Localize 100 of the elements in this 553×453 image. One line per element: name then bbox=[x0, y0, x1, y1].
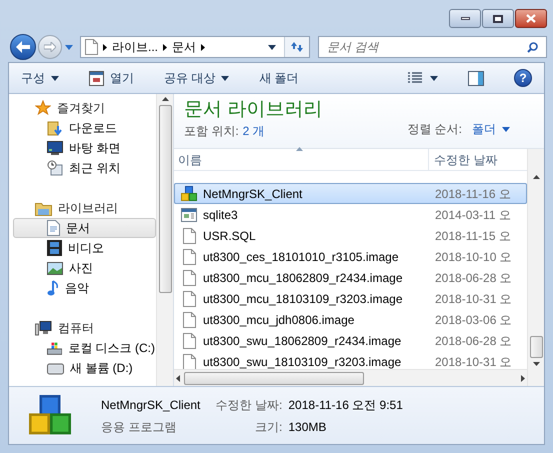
sidebar-item[interactable]: 로컬 디스크 (C:) bbox=[13, 338, 156, 358]
vertical-scrollbar[interactable] bbox=[527, 149, 544, 386]
sidebar-item[interactable]: 다운로드 bbox=[13, 118, 156, 138]
document-icon bbox=[47, 220, 60, 236]
back-button[interactable] bbox=[10, 34, 36, 60]
details-file-type: 응용 프로그램 bbox=[101, 418, 178, 436]
search-icon bbox=[527, 42, 538, 52]
scroll-up-icon bbox=[532, 175, 540, 179]
file-row[interactable]: sqlite3 2014-03-11 오 bbox=[174, 204, 527, 225]
monitor-icon bbox=[47, 141, 63, 155]
picture-icon bbox=[47, 262, 63, 274]
sidebar-item[interactable]: 사진 bbox=[13, 258, 156, 278]
star-icon bbox=[35, 100, 51, 116]
caret-icon bbox=[268, 44, 276, 50]
toolbar-button[interactable]: 열기 bbox=[89, 69, 134, 87]
scrollbar-thumb[interactable] bbox=[158, 105, 172, 293]
vertical-scrollbar[interactable] bbox=[156, 94, 173, 386]
minimize-button[interactable] bbox=[449, 9, 481, 28]
scrollbar-thumb[interactable] bbox=[184, 372, 364, 384]
folder-download-icon bbox=[47, 120, 63, 136]
scrollbar-thumb[interactable] bbox=[530, 336, 542, 358]
details-label: 수정한 날짜: bbox=[214, 396, 282, 414]
locations-link[interactable]: 2 개 bbox=[242, 122, 265, 140]
file-icon bbox=[182, 228, 196, 244]
details-label: 크기: bbox=[254, 418, 282, 436]
search-input[interactable]: 문서 검색 bbox=[327, 38, 527, 56]
sidebar-group[interactable]: 컴퓨터 bbox=[13, 318, 156, 338]
right-arrow-icon bbox=[44, 42, 56, 52]
sidebar-item[interactable]: 최근 위치 bbox=[13, 158, 156, 178]
toolbar-button[interactable]: 구성 bbox=[21, 69, 59, 87]
drive-icon bbox=[47, 362, 64, 374]
file-name: ut8300_mcu_jdh0806.image bbox=[203, 312, 354, 328]
file-name: ut8300_swu_18062809_r2434.image bbox=[203, 332, 402, 350]
file-row[interactable]: ut8300_mcu_18103109_r3203.image 2018-10-31 오 bbox=[174, 288, 527, 309]
column-header[interactable]: 이름 bbox=[174, 149, 429, 170]
sidebar-item[interactable]: 새 볼륨 (D:) bbox=[13, 358, 156, 378]
breadcrumb-arrow-icon bbox=[201, 44, 206, 50]
file-date: 2018-06-28 오 bbox=[434, 270, 512, 286]
address-bar[interactable]: 라이브... 문서 bbox=[80, 36, 310, 58]
details-value: 2018-11-16 오전 9:51 bbox=[288, 396, 403, 414]
file-row[interactable]: ut8300_ces_18101010_r3105.image 2018-10-10 오 bbox=[174, 246, 527, 267]
file-icon bbox=[182, 290, 196, 306]
maximize-button[interactable] bbox=[482, 9, 514, 28]
cubes-icon bbox=[29, 394, 71, 436]
includes-label: 포함 위치: bbox=[184, 123, 239, 140]
file-date: 2018-03-06 오 bbox=[434, 312, 512, 328]
file-date: 2018-11-15 오 bbox=[434, 228, 511, 244]
file-name: ut8300_ces_18101010_r3105.image bbox=[203, 248, 398, 266]
computer-icon bbox=[35, 320, 52, 336]
file-icon bbox=[85, 39, 98, 55]
sidebar-group[interactable]: 즐겨찾기 bbox=[13, 98, 156, 118]
sidebar-item[interactable]: 비디오 bbox=[13, 238, 156, 258]
preview-pane-icon bbox=[468, 70, 484, 86]
close-button[interactable] bbox=[515, 9, 547, 28]
file-row[interactable]: ut8300_mcu_jdh0806.image 2018-03-06 오 bbox=[174, 309, 527, 330]
film-icon bbox=[47, 240, 62, 256]
file-icon bbox=[182, 354, 196, 369]
sidebar-item[interactable]: 문서 bbox=[13, 218, 156, 238]
program-window-icon bbox=[89, 70, 104, 86]
file-date: 2014-03-11 오 bbox=[434, 206, 511, 224]
search-field[interactable]: 문서 검색 bbox=[318, 36, 547, 58]
file-row[interactable]: ut8300_mcu_18062809_r2434.image 2018-06-28 오 bbox=[174, 267, 527, 288]
breadcrumb-item[interactable]: 라이브... bbox=[112, 38, 158, 56]
caret-icon bbox=[502, 126, 510, 132]
sidebar-item[interactable]: 음악 bbox=[13, 278, 156, 298]
preview-pane-button[interactable] bbox=[468, 70, 484, 86]
breadcrumb-arrow-icon bbox=[163, 44, 168, 50]
recent-pages-button[interactable] bbox=[64, 44, 74, 50]
file-row[interactable]: USR.SQL 2018-11-15 오 bbox=[174, 225, 527, 246]
file-name: USR.SQL bbox=[203, 228, 256, 244]
drive-icon bbox=[47, 340, 62, 356]
file-date: 2018-10-10 오 bbox=[434, 248, 512, 266]
caret-icon bbox=[51, 76, 59, 80]
breadcrumb-item[interactable]: 문서 bbox=[172, 38, 196, 56]
file-name: NetMngrSK_Client bbox=[203, 186, 302, 202]
view-options-button[interactable] bbox=[408, 72, 438, 84]
help-button[interactable]: ? bbox=[514, 69, 532, 87]
clock-window-icon bbox=[47, 160, 63, 176]
scroll-down-icon bbox=[532, 362, 540, 366]
cubes-icon bbox=[181, 186, 197, 202]
horizontal-scrollbar[interactable] bbox=[174, 369, 527, 386]
sidebar-group[interactable]: 라이브러리 bbox=[13, 198, 156, 218]
refresh-icon bbox=[290, 41, 304, 53]
toolbar-button[interactable]: 공유 대상 bbox=[164, 69, 230, 87]
column-header[interactable]: 수정한 날짜 bbox=[429, 149, 527, 170]
details-file-name: NetMngrSK_Client bbox=[101, 396, 200, 414]
toolbar-button[interactable]: 새 폴더 bbox=[259, 69, 299, 87]
refresh-button[interactable] bbox=[285, 37, 309, 57]
sidebar-item[interactable]: 바탕 화면 bbox=[13, 138, 156, 158]
file-row[interactable]: NetMngrSK_Client 2018-11-16 오 bbox=[174, 183, 527, 204]
file-date: 2018-11-16 오 bbox=[434, 186, 511, 202]
library-title: 문서 라이브러리 bbox=[184, 98, 322, 122]
sort-dropdown[interactable]: 폴더 bbox=[472, 120, 510, 138]
file-row[interactable]: ut8300_swu_18062809_r2434.image 2018-06-28 오 bbox=[174, 330, 527, 351]
file-icon bbox=[182, 312, 196, 328]
file-name: sqlite3 bbox=[203, 206, 238, 224]
file-name: ut8300_swu_18103109_r3203.image bbox=[203, 354, 402, 369]
file-row[interactable]: ut8300_swu_18103109_r3203.image 2018-10-31 오 bbox=[174, 351, 527, 369]
details-value: 130MB bbox=[288, 418, 326, 436]
file-name: ut8300_mcu_18062809_r2434.image bbox=[203, 270, 402, 286]
